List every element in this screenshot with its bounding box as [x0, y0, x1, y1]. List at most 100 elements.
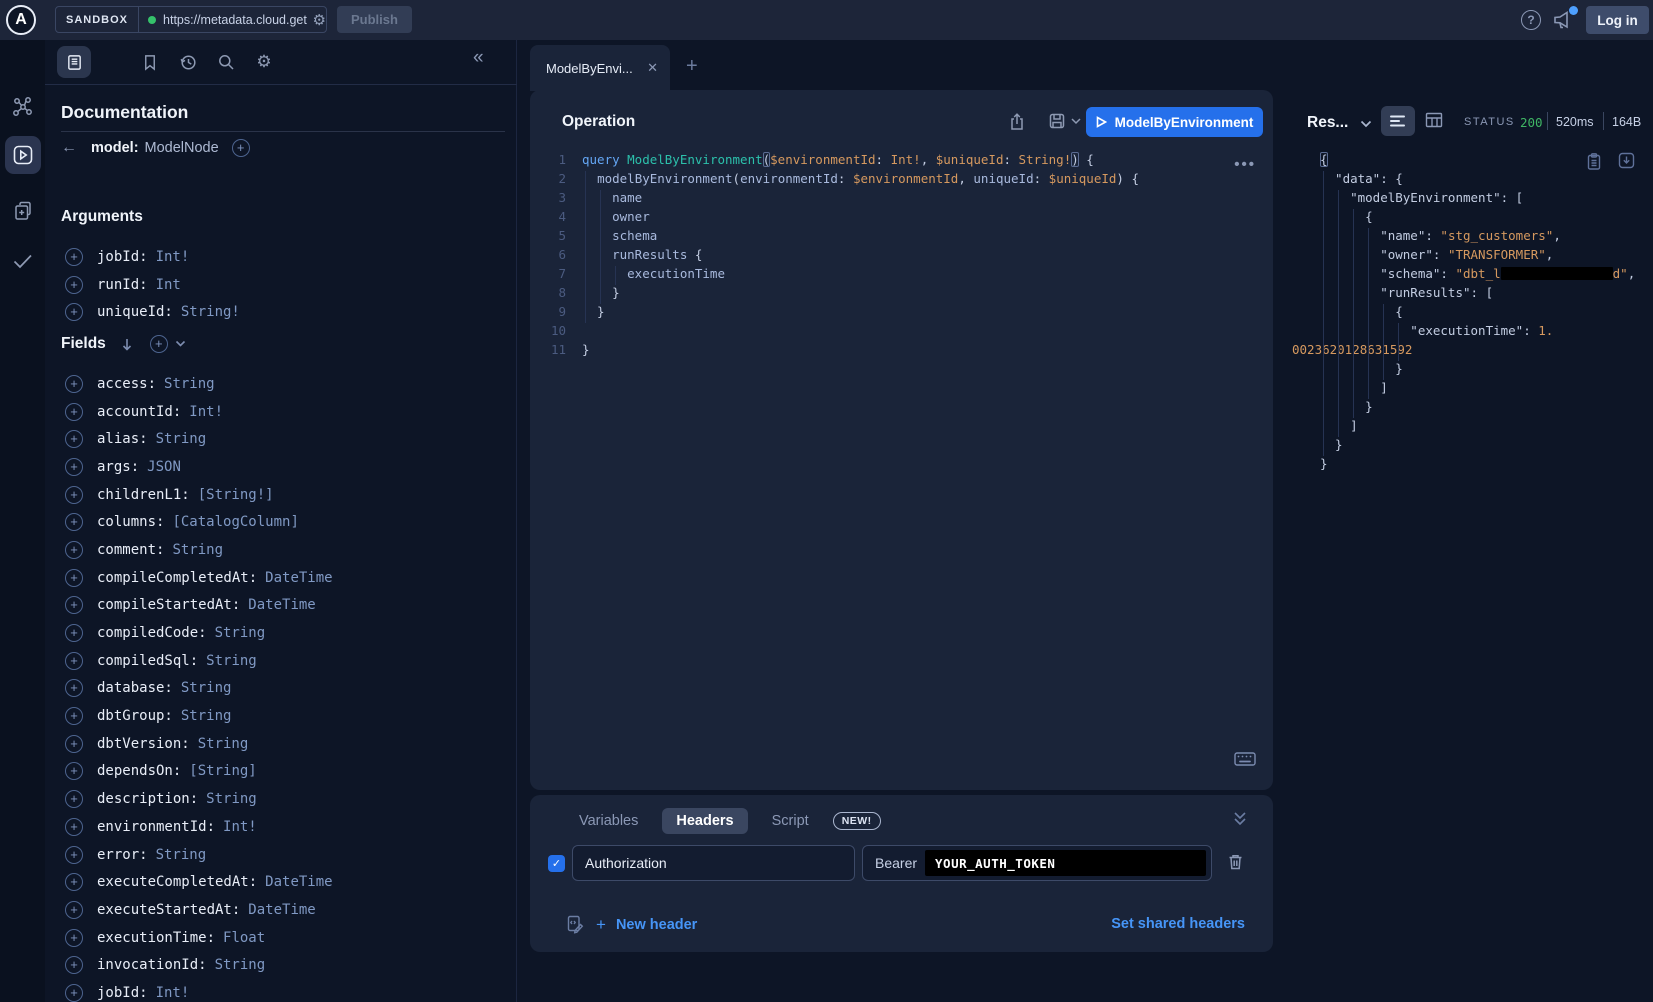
- add-to-query-icon[interactable]: +: [65, 929, 83, 947]
- add-to-query-icon[interactable]: +: [65, 652, 83, 670]
- collapse-panel-double-chevron-icon[interactable]: [1233, 811, 1247, 826]
- endpoint-url-input[interactable]: https://metadata.cloud.get: [163, 13, 311, 27]
- doc-field-row[interactable]: +compileStartedAt:DateTime: [45, 592, 515, 620]
- add-to-query-icon[interactable]: +: [65, 901, 83, 919]
- breadcrumb-type[interactable]: ModelNode: [145, 140, 219, 156]
- doc-field-row[interactable]: +childrenL1:[String!]: [45, 481, 515, 509]
- doc-field-row[interactable]: +dbtVersion:String: [45, 730, 515, 758]
- doc-field-row[interactable]: +compiledCode:String: [45, 619, 515, 647]
- save-menu-chevron-icon[interactable]: [1071, 118, 1081, 125]
- collapse-panel-icon[interactable]: «: [473, 47, 484, 69]
- doc-field-row[interactable]: +args:JSON: [45, 453, 515, 481]
- new-header-button[interactable]: + New header: [596, 915, 697, 935]
- doc-field-row[interactable]: +runId:Int: [45, 271, 515, 299]
- doc-field-row[interactable]: +accountId:Int!: [45, 398, 515, 426]
- doc-field-row[interactable]: +description:String: [45, 785, 515, 813]
- table-view-icon[interactable]: [1425, 112, 1443, 128]
- doc-field-row[interactable]: +columns:[CatalogColumn]: [45, 508, 515, 536]
- login-button[interactable]: Log in: [1586, 6, 1649, 34]
- add-to-query-icon[interactable]: +: [65, 984, 83, 1002]
- doc-field-row[interactable]: +dbtGroup:String: [45, 702, 515, 730]
- delete-header-trash-icon[interactable]: [1227, 853, 1244, 871]
- add-to-query-icon[interactable]: +: [65, 303, 83, 321]
- header-key-input[interactable]: [572, 845, 855, 881]
- add-to-query-icon[interactable]: +: [65, 735, 83, 753]
- field-type: String: [164, 376, 215, 392]
- doc-field-row[interactable]: +database:String: [45, 675, 515, 703]
- doc-field-row[interactable]: +invocationId:String: [45, 951, 515, 979]
- tab-headers[interactable]: Headers: [662, 808, 747, 834]
- add-to-query-icon[interactable]: +: [65, 762, 83, 780]
- doc-field-row[interactable]: +dependsOn:[String]: [45, 758, 515, 786]
- doc-field-row[interactable]: +comment:String: [45, 536, 515, 564]
- add-fields-icon[interactable]: +: [150, 335, 168, 353]
- tab-script[interactable]: Script: [758, 808, 823, 834]
- doc-field-row[interactable]: +executeCompletedAt:DateTime: [45, 868, 515, 896]
- doc-field-row[interactable]: +uniqueId:String!: [45, 298, 515, 326]
- keyboard-shortcuts-icon[interactable]: [1234, 752, 1256, 766]
- add-to-query-icon[interactable]: +: [65, 458, 83, 476]
- close-tab-icon[interactable]: ✕: [647, 60, 658, 76]
- add-to-query-icon[interactable]: +: [65, 818, 83, 836]
- doc-field-row[interactable]: +environmentId:Int!: [45, 813, 515, 841]
- history-tab-icon[interactable]: [171, 46, 205, 78]
- tab-variables[interactable]: Variables: [565, 808, 652, 834]
- add-to-query-icon[interactable]: +: [65, 846, 83, 864]
- add-to-query-icon[interactable]: +: [65, 541, 83, 559]
- doc-field-row[interactable]: +alias:String: [45, 425, 515, 453]
- add-to-query-icon[interactable]: +: [65, 707, 83, 725]
- apollo-logo[interactable]: A: [6, 5, 36, 35]
- share-operation-icon[interactable]: [1008, 112, 1026, 131]
- doc-field-row[interactable]: +jobId:Int!: [45, 979, 515, 1002]
- add-to-query-icon[interactable]: +: [65, 430, 83, 448]
- run-operation-button[interactable]: ModelByEnvironment: [1086, 107, 1263, 137]
- add-to-query-icon[interactable]: +: [65, 624, 83, 642]
- add-to-query-icon[interactable]: +: [65, 403, 83, 421]
- back-arrow-icon[interactable]: ←: [61, 139, 91, 157]
- add-to-query-icon[interactable]: +: [65, 679, 83, 697]
- add-to-query-icon[interactable]: +: [65, 486, 83, 504]
- add-to-query-icon[interactable]: +: [65, 873, 83, 891]
- explorer-icon[interactable]: [0, 144, 45, 166]
- new-tab-icon[interactable]: +: [686, 55, 698, 78]
- doc-field-row[interactable]: +executionTime:Float: [45, 924, 515, 952]
- checklist-icon[interactable]: [0, 250, 45, 272]
- environment-variables-icon[interactable]: [566, 915, 584, 934]
- add-to-query-icon[interactable]: +: [65, 375, 83, 393]
- settings-tab-icon[interactable]: ⚙: [247, 46, 281, 78]
- response-title-chevron-icon[interactable]: [1360, 120, 1372, 128]
- pretty-view-icon[interactable]: [1381, 106, 1415, 136]
- doc-field-row[interactable]: +access:String: [45, 370, 515, 398]
- schema-icon[interactable]: [0, 96, 45, 118]
- set-shared-headers-link[interactable]: Set shared headers: [1111, 916, 1245, 932]
- search-tab-icon[interactable]: [209, 46, 243, 78]
- operation-tab[interactable]: ModelByEnvi... ✕: [530, 45, 670, 91]
- doc-field-row[interactable]: +compiledSql:String: [45, 647, 515, 675]
- operation-collections-icon[interactable]: [0, 200, 45, 222]
- chevron-down-icon[interactable]: [175, 340, 186, 348]
- doc-field-row[interactable]: +jobId:Int!: [45, 243, 515, 271]
- help-icon[interactable]: ?: [1521, 10, 1541, 30]
- add-to-query-icon[interactable]: +: [65, 569, 83, 587]
- add-to-query-icon[interactable]: +: [65, 596, 83, 614]
- save-operation-icon[interactable]: [1048, 112, 1066, 130]
- documentation-tab-icon[interactable]: [57, 46, 91, 78]
- add-to-query-icon[interactable]: +: [65, 276, 83, 294]
- auth-token-input[interactable]: YOUR_AUTH_TOKEN: [925, 850, 1206, 876]
- publish-button[interactable]: Publish: [337, 6, 412, 33]
- announcements-icon[interactable]: [1552, 9, 1576, 31]
- endpoint-settings-gear-icon[interactable]: ⚙: [313, 11, 326, 29]
- add-to-query-icon[interactable]: +: [65, 956, 83, 974]
- sort-descending-icon[interactable]: [120, 337, 134, 352]
- doc-field-row[interactable]: +compileCompletedAt:DateTime: [45, 564, 515, 592]
- add-all-fields-icon[interactable]: +: [232, 139, 250, 157]
- add-to-query-icon[interactable]: +: [65, 248, 83, 266]
- add-to-query-icon[interactable]: +: [65, 513, 83, 531]
- doc-field-row[interactable]: +error:String: [45, 841, 515, 869]
- add-to-query-icon[interactable]: +: [65, 790, 83, 808]
- doc-field-row[interactable]: +executeStartedAt:DateTime: [45, 896, 515, 924]
- header-enabled-checkbox[interactable]: ✓: [548, 855, 565, 872]
- editor-more-options-icon[interactable]: •••: [1234, 156, 1256, 173]
- header-value-field[interactable]: Bearer YOUR_AUTH_TOKEN: [862, 845, 1212, 881]
- bookmarks-tab-icon[interactable]: [133, 46, 167, 78]
